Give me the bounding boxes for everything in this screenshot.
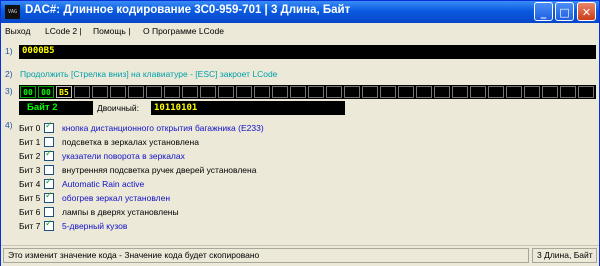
binary-value: 10110101: [151, 101, 345, 115]
menu-exit[interactable]: Выход: [5, 26, 30, 36]
hex-byte-empty[interactable]: [524, 86, 540, 98]
hex-byte-empty[interactable]: [452, 86, 468, 98]
bit-checkbox[interactable]: [44, 191, 54, 203]
hex-byte-empty[interactable]: [326, 86, 342, 98]
bit-checkbox[interactable]: [44, 207, 54, 217]
bit-row: Бит 4 Automatic Rain active: [1, 177, 361, 192]
status-bar: Это изменит значение кода - Значение код…: [1, 245, 599, 266]
close-button[interactable]: ✕: [577, 2, 596, 21]
bit-checkbox[interactable]: [44, 165, 54, 175]
hex-byte-empty[interactable]: [308, 86, 324, 98]
hex-byte-row: 00 00 B5: [19, 85, 596, 99]
hex-byte-empty[interactable]: [200, 86, 216, 98]
section-number-3: 3): [5, 86, 13, 96]
hex-byte-empty[interactable]: [542, 86, 558, 98]
bit-label: Бит 4: [19, 179, 41, 189]
hex-byte-empty[interactable]: [380, 86, 396, 98]
bit-description: лампы в дверях установлены: [62, 207, 179, 217]
hex-byte-empty[interactable]: [560, 86, 576, 98]
title-bar[interactable]: VAG DAC#: Длинное кодирование 3C0-959-70…: [1, 1, 599, 23]
hex-byte-empty[interactable]: [146, 86, 162, 98]
bit-checkbox[interactable]: [44, 149, 54, 161]
bit-description: обогрев зеркал установлен: [62, 193, 171, 203]
hex-byte-empty[interactable]: [272, 86, 288, 98]
bit-description: кнопка дистанционного открытия багажника…: [62, 123, 264, 133]
bit-checkbox[interactable]: [44, 177, 54, 189]
bit-row: Бит 3 внутренняя подсветка ручек дверей …: [1, 164, 361, 178]
hex-byte-empty[interactable]: [362, 86, 378, 98]
bit-description: указатели поворота в зеркалах: [62, 151, 185, 161]
menu-about[interactable]: О Программе LCode: [143, 26, 224, 36]
binary-label: Двоичный:: [97, 103, 139, 113]
bit-description: Automatic Rain active: [62, 179, 145, 189]
app-icon: VAG: [5, 5, 20, 19]
bit-row: Бит 0 кнопка дистанционного открытия баг…: [1, 121, 361, 136]
bit-label: Бит 5: [19, 193, 41, 203]
maximize-button[interactable]: □: [555, 2, 574, 21]
status-right: 3 Длина, Байт: [532, 248, 597, 263]
bit-checkbox[interactable]: [44, 219, 54, 231]
hex-byte-empty[interactable]: [398, 86, 414, 98]
hex-byte-empty[interactable]: [92, 86, 108, 98]
hex-byte-1[interactable]: 00: [38, 86, 54, 98]
code-value: 0000B5: [22, 46, 55, 56]
bit-description: внутренняя подсветка ручек дверей устано…: [62, 165, 257, 175]
section-number-1: 1): [5, 46, 13, 56]
hex-byte-empty[interactable]: [290, 86, 306, 98]
bit-label: Бит 3: [19, 165, 41, 175]
bit-checkbox[interactable]: [44, 121, 54, 133]
hex-byte-empty[interactable]: [488, 86, 504, 98]
bit-label: Бит 2: [19, 151, 41, 161]
menu-bar: Выход LCode 2 | Помощь | О Программе LCo…: [1, 23, 599, 39]
hex-byte-empty[interactable]: [236, 86, 252, 98]
bit-label: Бит 1: [19, 137, 41, 147]
bit-description: 5-дверный кузов: [62, 221, 128, 231]
hex-byte-empty[interactable]: [182, 86, 198, 98]
bit-label: Бит 6: [19, 207, 41, 217]
bit-label: Бит 7: [19, 221, 41, 231]
menu-help[interactable]: Помощь |: [93, 26, 130, 36]
bit-row: Бит 5 обогрев зеркал установлен: [1, 191, 361, 206]
hex-byte-empty[interactable]: [74, 86, 90, 98]
hex-byte-empty[interactable]: [128, 86, 144, 98]
hex-byte-empty[interactable]: [218, 86, 234, 98]
lcode-window: VAG DAC#: Длинное кодирование 3C0-959-70…: [0, 0, 600, 266]
instructions-text: Продолжить [Стрелка вниз] на клавиатуре …: [20, 69, 278, 79]
bit-checkbox[interactable]: [44, 137, 54, 147]
hex-byte-empty[interactable]: [254, 86, 270, 98]
hex-byte-2[interactable]: B5: [56, 86, 72, 98]
hex-byte-empty[interactable]: [164, 86, 180, 98]
window-title: DAC#: Длинное кодирование 3C0-959-701 | …: [25, 4, 351, 16]
hex-byte-empty[interactable]: [578, 86, 594, 98]
byte-label: Байт 2: [19, 101, 93, 115]
code-field[interactable]: 0000B5: [19, 45, 596, 59]
bit-description: подсветка в зеркалах установлена: [62, 137, 199, 147]
hex-byte-0[interactable]: 00: [20, 86, 36, 98]
section-number-2: 2): [5, 69, 13, 79]
hex-byte-empty[interactable]: [506, 86, 522, 98]
minimize-button[interactable]: _: [534, 2, 553, 21]
bit-row: Бит 6 лампы в дверях установлены: [1, 206, 361, 220]
hex-byte-empty[interactable]: [416, 86, 432, 98]
hex-byte-empty[interactable]: [434, 86, 450, 98]
menu-lcode2[interactable]: LCode 2 |: [45, 26, 82, 36]
bit-label: Бит 0: [19, 123, 41, 133]
bit-row: Бит 7 5-дверный кузов: [1, 219, 361, 234]
bit-row: Бит 1 подсветка в зеркалах установлена: [1, 136, 361, 150]
status-message: Это изменит значение кода - Значение код…: [3, 248, 529, 263]
hex-byte-empty[interactable]: [110, 86, 126, 98]
bit-row: Бит 2 указатели поворота в зеркалах: [1, 149, 361, 164]
hex-byte-empty[interactable]: [470, 86, 486, 98]
hex-byte-empty[interactable]: [344, 86, 360, 98]
